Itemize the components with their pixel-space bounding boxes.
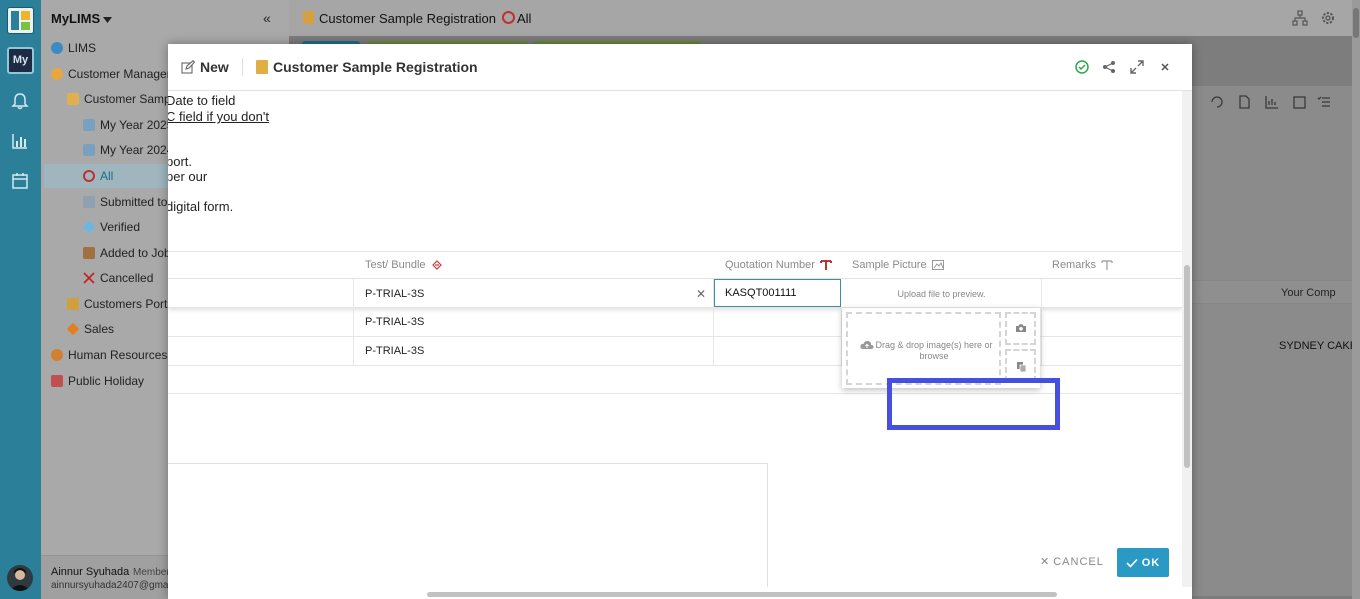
notes-textarea[interactable]: [168, 463, 768, 587]
table-row[interactable]: P-TRIAL-3S ✕ KASQT001111 Upload file to …: [168, 279, 1182, 308]
portal-icon: [67, 298, 79, 310]
image-icon: [931, 260, 944, 270]
highlight-box: [887, 378, 1060, 430]
cloud-upload-icon: [860, 340, 874, 350]
clear-icon[interactable]: ✕: [696, 287, 706, 301]
instruction-text: port.: [168, 154, 193, 169]
calendar-icon[interactable]: [10, 171, 30, 191]
user-role: Member: [133, 567, 170, 578]
bar-chart-icon: [83, 144, 95, 156]
face-icon: [51, 68, 63, 80]
instruction-text: digital form.: [168, 199, 234, 214]
cancel-button[interactable]: ✕ CANCEL: [1040, 555, 1104, 569]
page-scrollbar[interactable]: [1352, 0, 1360, 599]
bell-icon[interactable]: [10, 91, 30, 111]
quotation-number-cell[interactable]: [714, 308, 842, 336]
bar-chart-icon: [83, 119, 95, 131]
expand-icon[interactable]: [1129, 59, 1145, 75]
circle-icon: [502, 11, 515, 24]
page-scrollbar-thumb[interactable]: [1353, 8, 1359, 38]
check-icon: [1126, 558, 1138, 568]
avatar[interactable]: [7, 565, 33, 591]
modal-title: Customer Sample Registration: [273, 59, 478, 75]
background-cell: SYDNEY CAKE: [1279, 340, 1358, 352]
ok-button[interactable]: OK: [1117, 548, 1169, 577]
diamond-icon: [82, 220, 96, 234]
org-chart-icon[interactable]: [1292, 10, 1308, 26]
close-icon: ✕: [1040, 556, 1051, 568]
instruction-text: Date to field: [168, 93, 236, 108]
my-workspace-button[interactable]: My: [7, 47, 34, 74]
text-type-icon: [1101, 260, 1113, 270]
user-name: Ainnur Syuhada: [51, 566, 130, 578]
text-type-icon: [819, 260, 832, 270]
column-header-remarks[interactable]: Remarks: [1052, 259, 1113, 271]
copy-icon: [1017, 362, 1027, 373]
modal-header: New Customer Sample Registration: [168, 44, 1192, 91]
modal-vertical-scrollbar-thumb[interactable]: [1184, 265, 1190, 468]
check-circle-icon[interactable]: [1074, 59, 1090, 75]
image-dropzone-popup: Drag & drop image(s) here or browse: [842, 308, 1040, 388]
background-column-label: Your Comp: [1281, 287, 1336, 299]
edit-icon: [181, 60, 195, 74]
cross-icon: [83, 272, 95, 284]
column-header-test-bundle[interactable]: Test/ Bundle: [365, 259, 443, 271]
scroll-icon: [303, 11, 314, 24]
registration-modal: New Customer Sample Registration ' Date …: [168, 44, 1192, 599]
column-header-quotation-number[interactable]: Quotation Number: [725, 259, 832, 271]
collapse-sidebar-icon[interactable]: «: [263, 10, 271, 26]
calendar-icon: [51, 375, 63, 387]
grid-cell[interactable]: [168, 308, 354, 336]
top-bar: Customer Sample Registration All: [289, 0, 1360, 36]
share-icon[interactable]: [1101, 59, 1117, 75]
background-toolbar: [1210, 95, 1330, 109]
sample-picture-preview[interactable]: Upload file to preview.: [842, 279, 1042, 308]
quotation-number-cell[interactable]: [714, 337, 842, 365]
gear-icon[interactable]: [1320, 10, 1336, 26]
globe-icon: [51, 42, 63, 54]
scroll-icon: [256, 60, 268, 74]
modal-mode: New: [200, 59, 229, 75]
caret-down-icon[interactable]: [103, 17, 112, 23]
inbox-icon: [83, 247, 95, 259]
app-title[interactable]: MyLIMS: [51, 11, 100, 26]
grid-cell[interactable]: [168, 337, 354, 365]
topbar-title: Customer Sample Registration: [319, 11, 497, 26]
image-dropzone[interactable]: Drag & drop image(s) here or browse: [846, 312, 1001, 385]
document-icon: [83, 196, 95, 208]
dropzone-text: Drag & drop image(s) here or browse: [875, 340, 993, 361]
link-icon: [431, 260, 442, 270]
scroll-icon: [67, 93, 79, 105]
test-bundle-cell[interactable]: P-TRIAL-3S: [354, 308, 714, 336]
test-bundle-input[interactable]: P-TRIAL-3S: [354, 279, 714, 308]
close-icon[interactable]: [1157, 59, 1173, 75]
modal-body: ' Date to field C field if you don't por…: [168, 91, 1182, 587]
camera-button[interactable]: [1005, 312, 1036, 345]
topbar-view[interactable]: All: [517, 11, 531, 26]
app-logo-icon[interactable]: [7, 7, 34, 34]
column-header-sample-picture[interactable]: Sample Picture: [852, 259, 944, 271]
chart-icon[interactable]: [10, 131, 30, 151]
grid-cell[interactable]: [168, 279, 354, 307]
app-rail: My: [0, 0, 41, 599]
camera-icon: [1016, 324, 1026, 332]
divider: [242, 58, 243, 76]
circle-icon: [83, 170, 95, 182]
diamond-icon: [66, 322, 80, 336]
people-icon: [51, 349, 63, 361]
grid-header: Test/ Bundle Quotation Number Sample Pic…: [168, 251, 1182, 279]
quotation-number-input[interactable]: KASQT001111: [714, 279, 841, 307]
modal-horizontal-scrollbar-thumb[interactable]: [427, 592, 1057, 597]
instruction-text: per our: [168, 169, 208, 184]
instruction-link[interactable]: C field if you don't: [168, 109, 269, 124]
user-email: ainnursyuhada2407@gmail.com: [51, 580, 179, 591]
test-bundle-cell[interactable]: P-TRIAL-3S: [354, 337, 714, 365]
